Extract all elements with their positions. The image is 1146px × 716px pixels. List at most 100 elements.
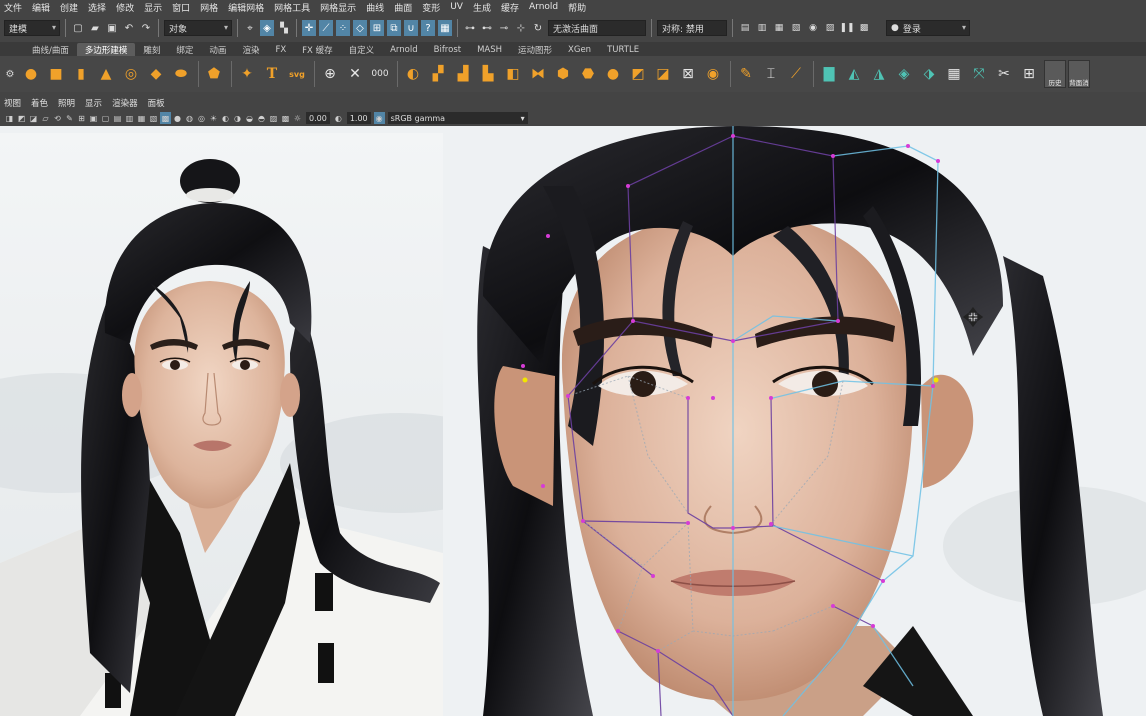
shelf-tab[interactable]: Arnold: [382, 43, 426, 56]
measure-tool-icon[interactable]: ⊕: [320, 64, 340, 84]
arnold-render-icon[interactable]: ▨: [823, 20, 837, 36]
film-gate-icon[interactable]: ▣: [88, 112, 99, 124]
exposure-icon[interactable]: ☼: [292, 112, 303, 124]
poly-disc-icon[interactable]: ⬬: [171, 64, 191, 84]
auto-uv-icon[interactable]: ◈: [894, 64, 914, 84]
extract-icon[interactable]: ▟: [453, 64, 473, 84]
construction-icon[interactable]: ⊸: [497, 20, 511, 36]
menu-item[interactable]: UV: [450, 2, 463, 12]
snap-magnet-icon[interactable]: ∪: [404, 20, 418, 36]
menu-item[interactable]: 变形: [422, 1, 440, 14]
select-object-icon[interactable]: ◈: [260, 20, 274, 36]
backface-button[interactable]: 背面消: [1068, 60, 1090, 88]
field-chart-icon[interactable]: ▥: [124, 112, 135, 124]
menu-item[interactable]: 编辑网格: [228, 1, 264, 14]
snap-view-icon[interactable]: ⊞: [370, 20, 384, 36]
vertex-count-icon[interactable]: 000: [370, 64, 390, 84]
snap-point-icon[interactable]: ⁘: [336, 20, 350, 36]
shelf-tab[interactable]: FX 缓存: [294, 43, 340, 56]
separate-icon[interactable]: ▞: [428, 64, 448, 84]
snap-vertex-icon[interactable]: ?: [421, 20, 435, 36]
menu-item[interactable]: 帮助: [568, 1, 586, 14]
resolution-gate-icon[interactable]: ▢: [100, 112, 111, 124]
anti-alias-icon[interactable]: ◓: [256, 112, 267, 124]
xray-icon[interactable]: ▩: [280, 112, 291, 124]
symmetry-dropdown[interactable]: 对称: 禁用: [657, 20, 727, 36]
input-ops-icon[interactable]: ⊶: [463, 20, 477, 36]
menu-item[interactable]: 曲面: [394, 1, 412, 14]
menu-item[interactable]: 编辑: [32, 1, 50, 14]
pause-icon[interactable]: ❚❚: [839, 20, 854, 36]
menu-item[interactable]: 曲线: [366, 1, 384, 14]
two-d-pan-icon[interactable]: ⟲: [52, 112, 63, 124]
wire-on-shaded-icon[interactable]: ◍: [184, 112, 195, 124]
uv-grid-icon[interactable]: ⊞: [1019, 64, 1039, 84]
shelf-tab[interactable]: 曲线/曲面: [24, 43, 77, 56]
snap-curve-icon[interactable]: ⟋: [319, 20, 333, 36]
wireframe-icon[interactable]: ▩: [160, 112, 171, 124]
gamma-field[interactable]: 1.00: [346, 112, 371, 124]
menu-item[interactable]: 缓存: [501, 1, 519, 14]
menu-item[interactable]: 创建: [60, 1, 78, 14]
gate-mask-icon[interactable]: ▤: [112, 112, 123, 124]
hypershade-icon[interactable]: ◉: [806, 20, 820, 36]
checker-icon[interactable]: ▦: [944, 64, 964, 84]
shadows-icon[interactable]: ◐: [220, 112, 231, 124]
poly-cube-icon[interactable]: ■: [46, 64, 66, 84]
layout-icon[interactable]: ▩: [857, 20, 871, 36]
sew-uv-icon[interactable]: ✂: [994, 64, 1014, 84]
snap-projected-icon[interactable]: ◇: [353, 20, 367, 36]
lights-icon[interactable]: ☀: [208, 112, 219, 124]
panel-menu-item[interactable]: 着色: [31, 97, 48, 109]
menu-item[interactable]: 修改: [116, 1, 134, 14]
rotate-icon[interactable]: ↻: [531, 20, 545, 36]
menu-item[interactable]: 生成: [473, 1, 491, 14]
select-component-icon[interactable]: ▚: [277, 20, 291, 36]
combine-icon[interactable]: ◐: [403, 64, 423, 84]
unfold-uv-icon[interactable]: ⬗: [919, 64, 939, 84]
snap-grid-icon[interactable]: ✛: [302, 20, 316, 36]
grid-toggle-icon[interactable]: ⊞: [76, 112, 87, 124]
menu-item[interactable]: 窗口: [172, 1, 190, 14]
textured-icon[interactable]: ◎: [196, 112, 207, 124]
render-view-icon[interactable]: ▤: [738, 20, 752, 36]
camera-icon[interactable]: ◨: [4, 112, 15, 124]
motion-blur-icon[interactable]: ◒: [244, 112, 255, 124]
shelf-tab[interactable]: 多边形建模: [76, 43, 136, 56]
poly-sphere-icon[interactable]: ●: [21, 64, 41, 84]
safe-action-icon[interactable]: ▦: [136, 112, 147, 124]
undo-icon[interactable]: ↶: [122, 20, 136, 36]
append-icon[interactable]: ⊠: [678, 64, 698, 84]
menu-item[interactable]: 文件: [4, 1, 22, 14]
uv-editor-icon[interactable]: ▇: [819, 64, 839, 84]
menu-item[interactable]: 网格显示: [320, 1, 356, 14]
color-space-dropdown[interactable]: sRGB gamma ▾: [387, 112, 528, 124]
poly-plane-icon[interactable]: ◆: [146, 64, 166, 84]
boolean-icon[interactable]: ◧: [503, 64, 523, 84]
safe-title-icon[interactable]: ▧: [148, 112, 159, 124]
extrude-icon[interactable]: ◩: [628, 64, 648, 84]
target-weld-icon[interactable]: ⟋: [786, 64, 806, 84]
select-hierarchy-icon[interactable]: ⌖: [243, 20, 257, 36]
live-surface-dropdown[interactable]: 无激活曲面: [548, 20, 646, 36]
sweep-mesh-icon[interactable]: ✦: [237, 64, 257, 84]
render-settings-icon[interactable]: ▧: [789, 20, 803, 36]
shelf-menu-icon[interactable]: ⚙: [4, 64, 16, 84]
selection-mask-dropdown[interactable]: 对象 ▾: [164, 20, 232, 36]
multi-cut-icon[interactable]: ✎: [736, 64, 756, 84]
bevel-icon[interactable]: ◪: [653, 64, 673, 84]
isolate-select-icon[interactable]: ▨: [268, 112, 279, 124]
platonic-solid-icon[interactable]: ⬟: [204, 64, 224, 84]
redo-icon[interactable]: ↷: [139, 20, 153, 36]
type-tool-icon[interactable]: T: [262, 64, 282, 84]
login-dropdown[interactable]: ● 登录 ▾: [886, 20, 970, 36]
fill-hole-icon[interactable]: ⬣: [578, 64, 598, 84]
exposure-field[interactable]: 0.00: [306, 112, 330, 124]
edge-loop-icon[interactable]: ⌶: [761, 64, 781, 84]
shelf-tab[interactable]: 绑定: [168, 43, 201, 56]
ambient-occlusion-icon[interactable]: ◑: [232, 112, 243, 124]
shelf-tab[interactable]: FX: [267, 43, 294, 56]
viewport[interactable]: [0, 126, 1146, 716]
lasso-icon[interactable]: ⊹: [514, 20, 528, 36]
snap-surface-icon[interactable]: ⧉: [387, 20, 401, 36]
